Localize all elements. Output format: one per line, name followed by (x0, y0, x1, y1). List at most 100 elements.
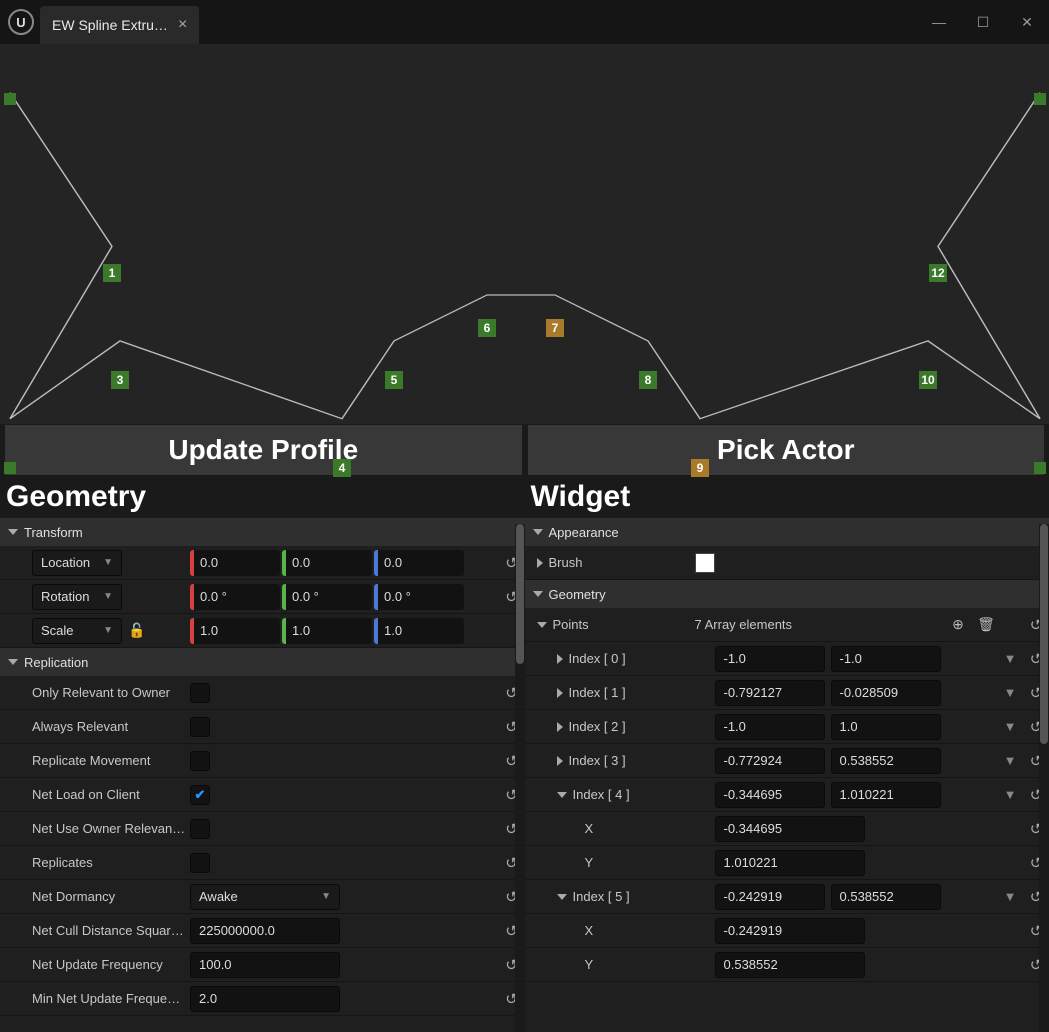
point-x-input[interactable]: -0.344695 (715, 816, 865, 842)
chevron-down-icon[interactable]: ▼ (1004, 685, 1017, 700)
prop-label: Net Cull Distance Squar… (32, 923, 184, 938)
prop-label: Net Use Owner Relevan… (32, 821, 185, 836)
scrollbar[interactable] (515, 524, 525, 1032)
spline-point[interactable]: 12 (929, 264, 947, 282)
spline-viewport[interactable]: 134567891012 (0, 44, 1049, 424)
spline-point[interactable]: 6 (478, 319, 496, 337)
rotation-z-input[interactable]: 0.0 ° (374, 584, 464, 610)
replicates-checkbox[interactable] (190, 853, 210, 873)
rotation-y-input[interactable]: 0.0 ° (282, 584, 372, 610)
widget-panel-title: Widget (525, 476, 1049, 518)
scale-x-input[interactable]: 1.0 (190, 618, 280, 644)
spline-point[interactable]: 1 (103, 264, 121, 282)
spline-point[interactable]: 4 (333, 459, 351, 477)
update-profile-button[interactable]: Update Profile (4, 424, 523, 476)
point-a-input[interactable]: -0.242919 (715, 884, 825, 910)
add-element-icon[interactable]: ⊕ (947, 614, 969, 636)
category-geometry-widget[interactable]: Geometry (525, 580, 1049, 608)
scrollbar[interactable] (1039, 524, 1049, 1032)
index-label: Index [ 4 ] (573, 787, 630, 802)
point-b-input[interactable]: -0.028509 (831, 680, 941, 706)
prop-label: Net Load on Client (32, 787, 140, 802)
location-y-input[interactable]: 0.0 (282, 550, 372, 576)
replicate-movement-checkbox[interactable] (190, 751, 210, 771)
expand-icon[interactable] (557, 756, 563, 766)
spline-point[interactable] (4, 462, 16, 474)
window-close-button[interactable] (1005, 0, 1049, 44)
spline-point[interactable]: 5 (385, 371, 403, 389)
chevron-down-icon[interactable]: ▼ (1004, 719, 1017, 734)
clear-array-icon[interactable]: 🗑 (975, 614, 997, 636)
widget-panel: Appearance Brush Geometry Points 7 Array… (525, 518, 1049, 1032)
point-b-input[interactable]: 0.538552 (831, 884, 941, 910)
chevron-down-icon[interactable]: ▼ (1004, 651, 1017, 666)
category-transform[interactable]: Transform (0, 518, 525, 546)
expand-icon[interactable] (557, 688, 563, 698)
spline-point[interactable]: 3 (111, 371, 129, 389)
editor-tab[interactable]: EW Spline Extru… × (40, 6, 199, 44)
index-label: Index [ 5 ] (573, 889, 630, 904)
expand-icon[interactable] (557, 654, 563, 664)
location-x-input[interactable]: 0.0 (190, 550, 280, 576)
spline-point[interactable] (1034, 462, 1046, 474)
prop-label: Replicates (32, 855, 93, 870)
prop-label: Only Relevant to Owner (32, 685, 170, 700)
point-a-input[interactable]: -1.0 (715, 646, 825, 672)
net-use-owner-checkbox[interactable] (190, 819, 210, 839)
point-b-input[interactable]: 1.010221 (831, 782, 941, 808)
spline-point[interactable]: 8 (639, 371, 657, 389)
net-cull-input[interactable]: 225000000.0 (190, 918, 340, 944)
point-b-input[interactable]: -1.0 (831, 646, 941, 672)
expand-icon[interactable] (557, 792, 567, 798)
scale-z-input[interactable]: 1.0 (374, 618, 464, 644)
scale-dropdown[interactable]: Scale▼ (32, 618, 122, 644)
expand-icon (8, 659, 18, 665)
expand-icon[interactable] (537, 558, 543, 568)
only-relevant-checkbox[interactable] (190, 683, 210, 703)
point-a-input[interactable]: -1.0 (715, 714, 825, 740)
location-dropdown[interactable]: Location▼ (32, 550, 122, 576)
lock-icon[interactable] (128, 622, 145, 639)
min-net-update-input[interactable]: 2.0 (190, 986, 340, 1012)
prop-label: Min Net Update Freque… (32, 991, 180, 1006)
point-x-input[interactable]: -0.242919 (715, 918, 865, 944)
window-minimize-button[interactable] (917, 0, 961, 44)
spline-point[interactable]: 9 (691, 459, 709, 477)
brush-color-swatch[interactable] (695, 553, 715, 573)
window-maximize-button[interactable] (961, 0, 1005, 44)
scale-y-input[interactable]: 1.0 (282, 618, 372, 644)
rotation-dropdown[interactable]: Rotation▼ (32, 584, 122, 610)
point-a-input[interactable]: -0.792127 (715, 680, 825, 706)
always-relevant-checkbox[interactable] (190, 717, 210, 737)
net-load-checkbox[interactable] (190, 785, 210, 805)
chevron-down-icon[interactable]: ▼ (1004, 753, 1017, 768)
chevron-down-icon[interactable]: ▼ (1004, 889, 1017, 904)
net-update-freq-input[interactable]: 100.0 (190, 952, 340, 978)
ue-logo-icon[interactable]: U (8, 9, 34, 35)
expand-icon[interactable] (557, 894, 567, 900)
expand-icon[interactable] (557, 722, 563, 732)
location-z-input[interactable]: 0.0 (374, 550, 464, 576)
spline-point[interactable] (1034, 93, 1046, 105)
spline-point[interactable]: 10 (919, 371, 937, 389)
point-b-input[interactable]: 0.538552 (831, 748, 941, 774)
point-y-input[interactable]: 1.010221 (715, 850, 865, 876)
point-a-input[interactable]: -0.772924 (715, 748, 825, 774)
net-dormancy-dropdown[interactable]: Awake▼ (190, 884, 340, 910)
category-replication[interactable]: Replication (0, 648, 525, 676)
spline-point[interactable] (4, 93, 16, 105)
category-appearance[interactable]: Appearance (525, 518, 1049, 546)
tab-title: EW Spline Extru… (52, 17, 168, 33)
tab-close-icon[interactable]: × (178, 16, 187, 34)
rotation-x-input[interactable]: 0.0 ° (190, 584, 280, 610)
expand-icon[interactable] (537, 622, 547, 628)
chevron-down-icon[interactable]: ▼ (1004, 787, 1017, 802)
point-a-input[interactable]: -0.344695 (715, 782, 825, 808)
prop-label: Always Relevant (32, 719, 128, 734)
point-b-input[interactable]: 1.0 (831, 714, 941, 740)
axis-label: Y (585, 957, 594, 972)
prop-label: Net Dormancy (32, 889, 115, 904)
pick-actor-button[interactable]: Pick Actor (527, 424, 1046, 476)
spline-point[interactable]: 7 (546, 319, 564, 337)
point-y-input[interactable]: 0.538552 (715, 952, 865, 978)
